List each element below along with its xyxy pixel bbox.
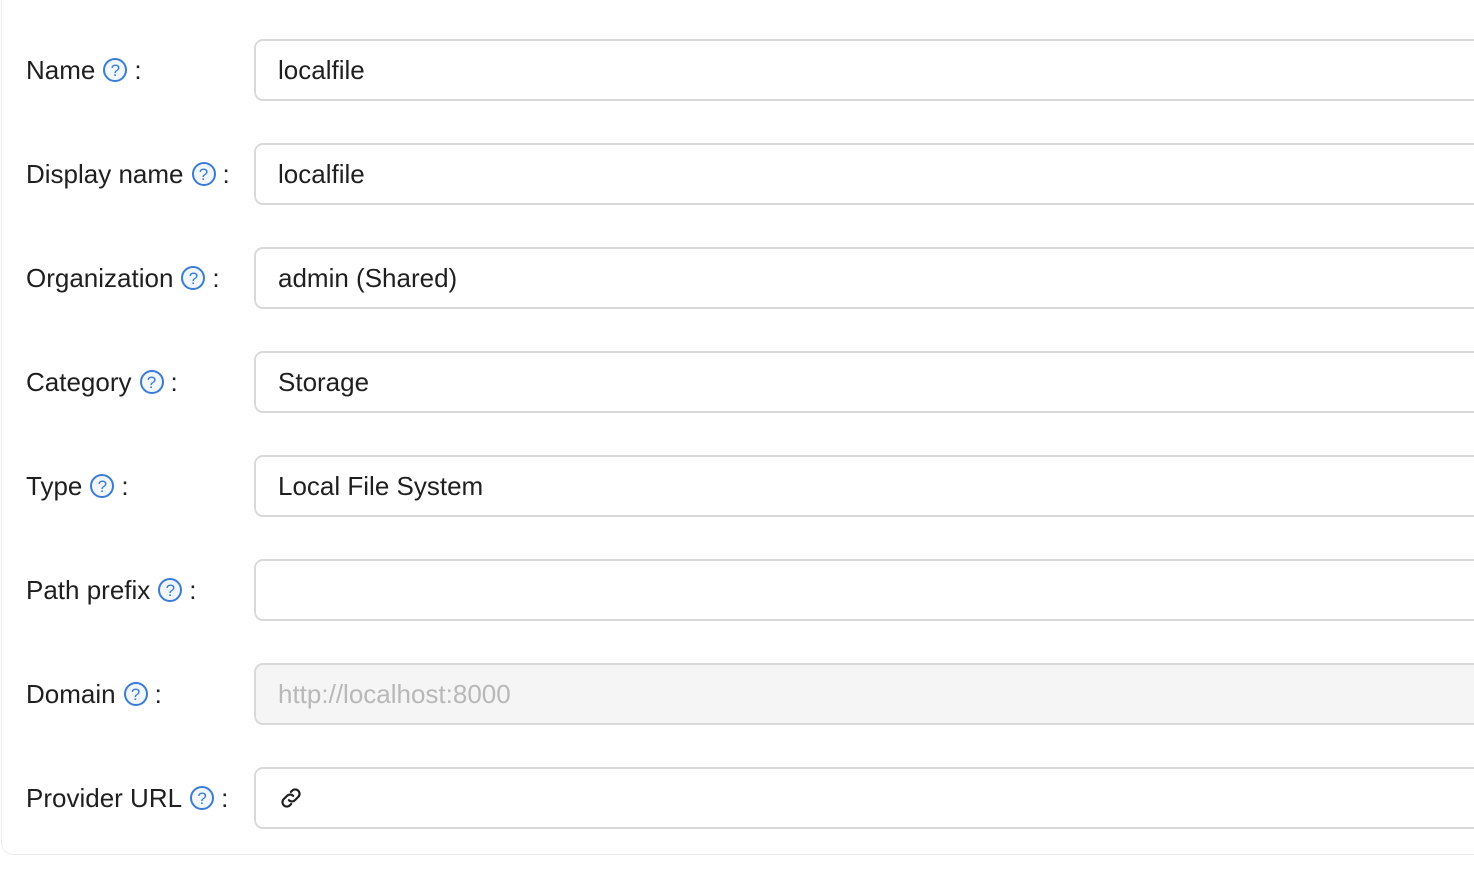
name-label: Name ? : [26,54,142,85]
help-icon[interactable]: ? [191,162,216,186]
link-icon [281,788,301,808]
form-row-category: Category ? : Storage [0,351,1474,413]
form-row-provider-url: Provider URL ? : [0,767,1474,829]
name-input[interactable]: localfile [254,39,1474,101]
help-icon[interactable]: ? [139,370,164,394]
help-icon[interactable]: ? [181,266,206,290]
display-name-label: Display name ? : [26,158,230,189]
form-row-domain: Domain ? : http://localhost:8000 [0,663,1474,725]
organization-label: Organization ? : [26,262,220,293]
form-row-type: Type ? : Local File System [0,455,1474,517]
form-row-organization: Organization ? : admin (Shared) [0,247,1474,309]
help-icon[interactable]: ? [158,578,183,602]
organization-select[interactable]: admin (Shared) [254,247,1474,309]
path-prefix-input[interactable] [254,559,1474,621]
type-label: Type ? : [26,470,129,501]
provider-url-label: Provider URL ? : [26,782,229,813]
provider-url-input[interactable] [254,767,1474,829]
domain-input: http://localhost:8000 [254,663,1474,725]
form-row-name: Name ? : localfile [0,39,1474,101]
help-icon[interactable]: ? [123,682,148,706]
category-select[interactable]: Storage [254,351,1474,413]
display-name-input[interactable]: localfile [254,143,1474,205]
form-row-path-prefix: Path prefix ? : [0,559,1474,621]
provider-form-card [1,0,1474,855]
help-icon[interactable]: ? [90,474,115,498]
help-icon[interactable]: ? [103,58,128,82]
category-label: Category ? : [26,366,178,397]
path-prefix-label: Path prefix ? : [26,574,197,605]
help-icon[interactable]: ? [190,786,215,810]
domain-label: Domain ? : [26,678,162,709]
form-row-display-name: Display name ? : localfile [0,143,1474,205]
type-select[interactable]: Local File System [254,455,1474,517]
